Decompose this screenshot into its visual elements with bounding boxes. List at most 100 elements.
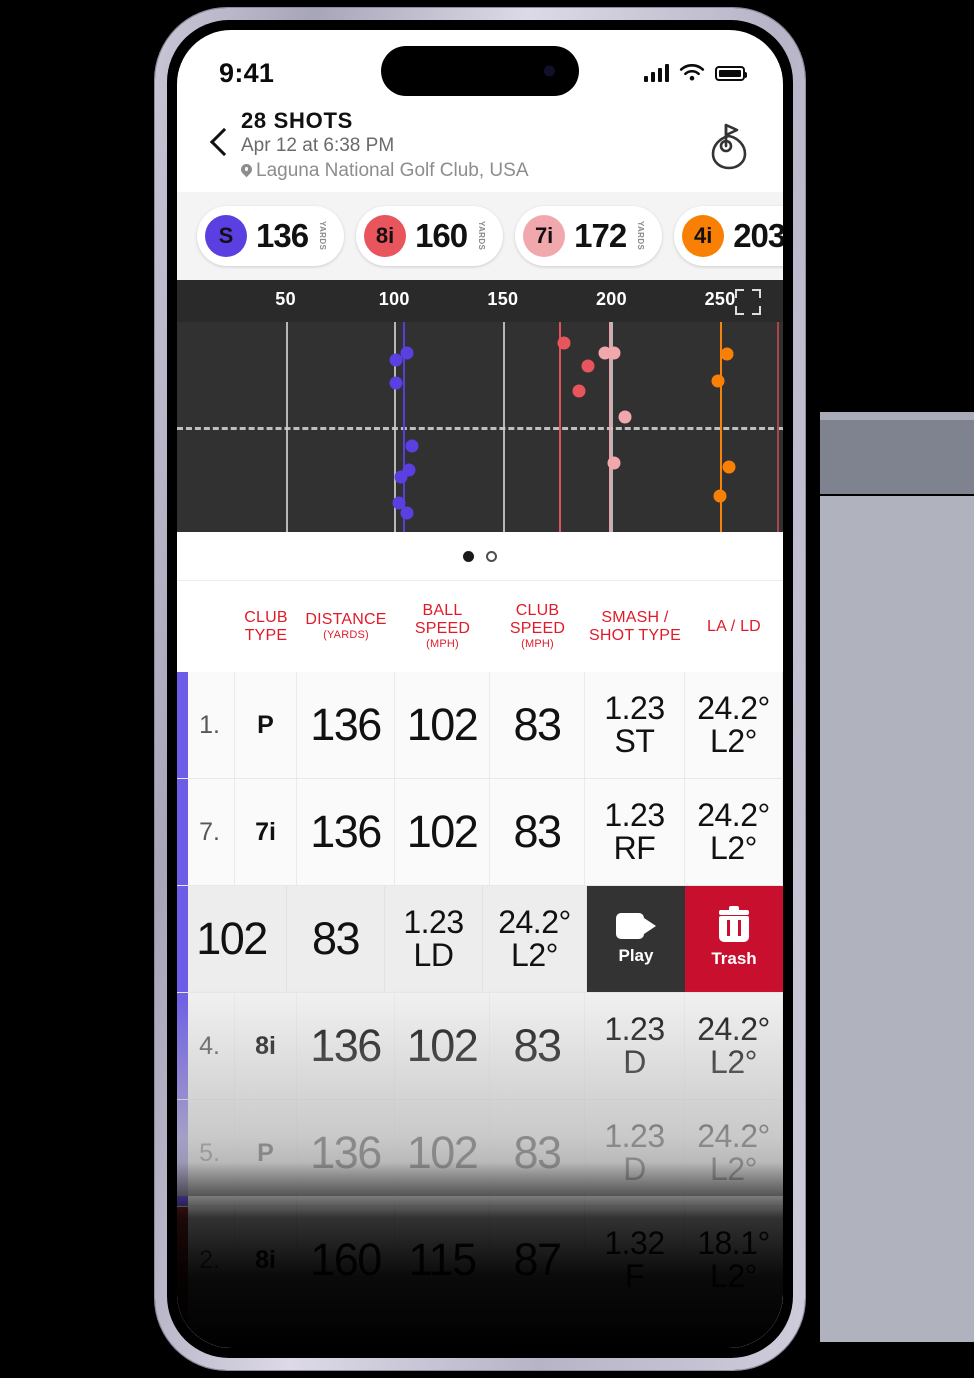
screenshot-stage: 9:41 28 SHOTS Apr 12 at 6:38 PM Laguna N… <box>0 0 974 1378</box>
shot-dot-7i-3[interactable] <box>607 456 621 470</box>
play-action-label: Play <box>618 945 654 965</box>
cell-la-value: 24.2° <box>697 797 770 834</box>
dispersion-chart: 50 100 150 200 250 <box>177 280 783 532</box>
cell-smash-value: 1.23 <box>604 797 665 834</box>
shot-dot-S-3[interactable] <box>405 439 419 453</box>
shot-table-body[interactable]: 1. P 136 102 83 1.23 ST 24.2° L2° 7. 7i 136 102 83 1.2… <box>177 672 783 1348</box>
cell-smash-value: 1.23 <box>403 904 464 941</box>
cell-club-speed: 87 <box>490 1207 585 1313</box>
cell-la-ld: 24.2° L2° <box>685 1100 783 1206</box>
cell-shot-type: D <box>623 1151 646 1187</box>
cell-distance: 136 <box>297 1100 395 1206</box>
shot-dot-4i-0[interactable] <box>720 347 734 361</box>
session-location-label: Laguna National Golf Club, USA <box>256 159 529 181</box>
shot-dot-7i-2[interactable] <box>618 410 632 424</box>
background-panel <box>820 412 974 1342</box>
battery-icon <box>715 65 747 81</box>
shot-dot-S-0[interactable] <box>400 346 414 360</box>
cell-shot-type: ST <box>614 723 655 759</box>
shot-dot-4i-1[interactable] <box>711 374 725 388</box>
cell-distance: 136 <box>297 993 395 1099</box>
cell-ball-speed: 102 <box>395 779 490 885</box>
column-header-la-ld: LA / LD <box>707 617 761 635</box>
wifi-icon <box>679 63 705 80</box>
pager-dot-0[interactable] <box>463 550 474 562</box>
cell-smash-shot-type: 1.32 <box>585 1314 685 1348</box>
chart-plot-area[interactable] <box>177 322 783 532</box>
club-chip-4i[interactable]: 4i203YARDS <box>674 206 783 266</box>
cell-club-speed: 87 <box>490 1314 585 1348</box>
cell-ball-speed: 115 <box>395 1314 490 1348</box>
shot-dot-7i-1[interactable] <box>607 346 621 360</box>
row-club-color-strip <box>177 993 188 1099</box>
cell-la-ld: 18.1° L2° <box>685 1207 783 1313</box>
panel-band-dark <box>820 420 974 494</box>
chart-axis: 50 100 150 200 250 <box>177 280 783 322</box>
table-row[interactable]: 1. P 136 102 83 1.23 ST 24.2° L2° <box>177 672 783 779</box>
club-chip-8i[interactable]: 8i 160 YARDS <box>356 206 504 266</box>
club-chip-S[interactable]: S 136 YARDS <box>197 206 345 266</box>
gridline-50 <box>285 322 288 532</box>
cell-shot-type: D <box>623 1044 646 1080</box>
cell-smash-shot-type: 1.23 D <box>585 993 685 1099</box>
cell-la-ld: 24.2° L2° <box>483 886 587 992</box>
table-row[interactable]: 2. 8i 160 115 87 1.32 F 18.1° L2° <box>177 1207 783 1314</box>
play-action-button[interactable]: Play <box>587 886 685 992</box>
cell-club-speed: 83 <box>490 779 585 885</box>
club-chip-7i[interactable]: 7i 172 YARDS <box>515 206 663 266</box>
cell-distance: 160 <box>297 1207 395 1313</box>
shot-dot-S-2[interactable] <box>389 376 403 390</box>
club-filter-chips[interactable]: S136 YARDS 8i160 YARDS 7i172 YARDS 4i203YARDS <box>177 192 783 280</box>
session-datetime: Apr 12 at 6:38 PM <box>241 135 395 157</box>
shot-dot-S-7[interactable] <box>400 506 414 520</box>
table-row[interactable]: 102 83 1.23 LD 24.2° L2° Play Trash <box>177 886 783 993</box>
cell-smash-value: 1.32 <box>604 1225 665 1262</box>
dynamic-island <box>381 46 579 96</box>
golf-green-flag-icon[interactable] <box>705 120 753 172</box>
header-text-block: 28 SHOTS Apr 12 at 6:38 PM Laguna Nation… <box>241 108 705 184</box>
shot-dot-8i-0[interactable] <box>557 336 571 350</box>
fullscreen-icon[interactable] <box>735 289 761 315</box>
table-row[interactable]: 5. P 136 102 83 1.23 D 24.2° L2° <box>177 1100 783 1207</box>
cell-la-ld: 18.1° <box>685 1314 783 1348</box>
cell-distance: 136 <box>297 779 395 885</box>
phone-bezel: 9:41 28 SHOTS Apr 12 at 6:38 PM Laguna N… <box>167 20 793 1358</box>
club-chip-distance: 136 <box>256 217 309 254</box>
cell-la-ld: 24.2° L2° <box>685 993 783 1099</box>
panel-hairline <box>820 412 974 420</box>
row-club-color-strip <box>177 886 188 992</box>
table-row[interactable]: 8i160115871.3218.1° <box>177 1314 783 1348</box>
cell-la-ld: 24.2° L2° <box>685 779 783 885</box>
cell-distance: 136 <box>297 672 395 778</box>
pager-dot-1[interactable] <box>486 550 497 562</box>
table-row[interactable]: 4. 8i 136 102 83 1.23 D 24.2° L2° <box>177 993 783 1100</box>
carousel-pager[interactable] <box>177 532 783 580</box>
club-chip-distance: 160 <box>415 217 468 254</box>
table-row[interactable]: 7. 7i 136 102 83 1.23 RF 24.2° L2° <box>177 779 783 886</box>
column-header-distance: DISTANCE (YARDS) <box>305 611 387 642</box>
back-button[interactable] <box>203 122 237 170</box>
shot-dot-S-5[interactable] <box>394 470 408 484</box>
row-club-color-strip <box>177 1314 188 1348</box>
cell-club-type: 7i <box>235 779 297 885</box>
shot-dot-S-1[interactable] <box>389 353 403 367</box>
phone-screen: 9:41 28 SHOTS Apr 12 at 6:38 PM Laguna N… <box>177 30 783 1348</box>
cell-smash-shot-type: 1.23 D <box>585 1100 685 1206</box>
shot-dot-4i-2[interactable] <box>722 460 736 474</box>
cell-shot-type: RF <box>613 830 656 866</box>
gridline-150 <box>502 322 505 532</box>
shot-dot-4i-3[interactable] <box>713 489 727 503</box>
trash-action-button[interactable]: Trash <box>685 886 783 992</box>
column-header-club-type: CLUB TYPE <box>244 608 288 644</box>
cell-smash-shot-type: 1.32 F <box>585 1207 685 1313</box>
status-bar-indicators <box>644 63 747 83</box>
cell-la-value: 24.2° <box>697 1118 770 1155</box>
club-chip-unit: YARDS <box>636 221 646 251</box>
cell-ball-speed: 115 <box>395 1207 490 1313</box>
shot-dot-8i-1[interactable] <box>581 359 595 373</box>
cell-ld-value: L2° <box>710 1258 757 1294</box>
cell-smash-shot-type: 1.23 ST <box>585 672 685 778</box>
shot-dot-8i-2[interactable] <box>572 384 586 398</box>
cell-club-speed: 83 <box>490 672 585 778</box>
axis-tick-250: 250 <box>704 289 736 309</box>
